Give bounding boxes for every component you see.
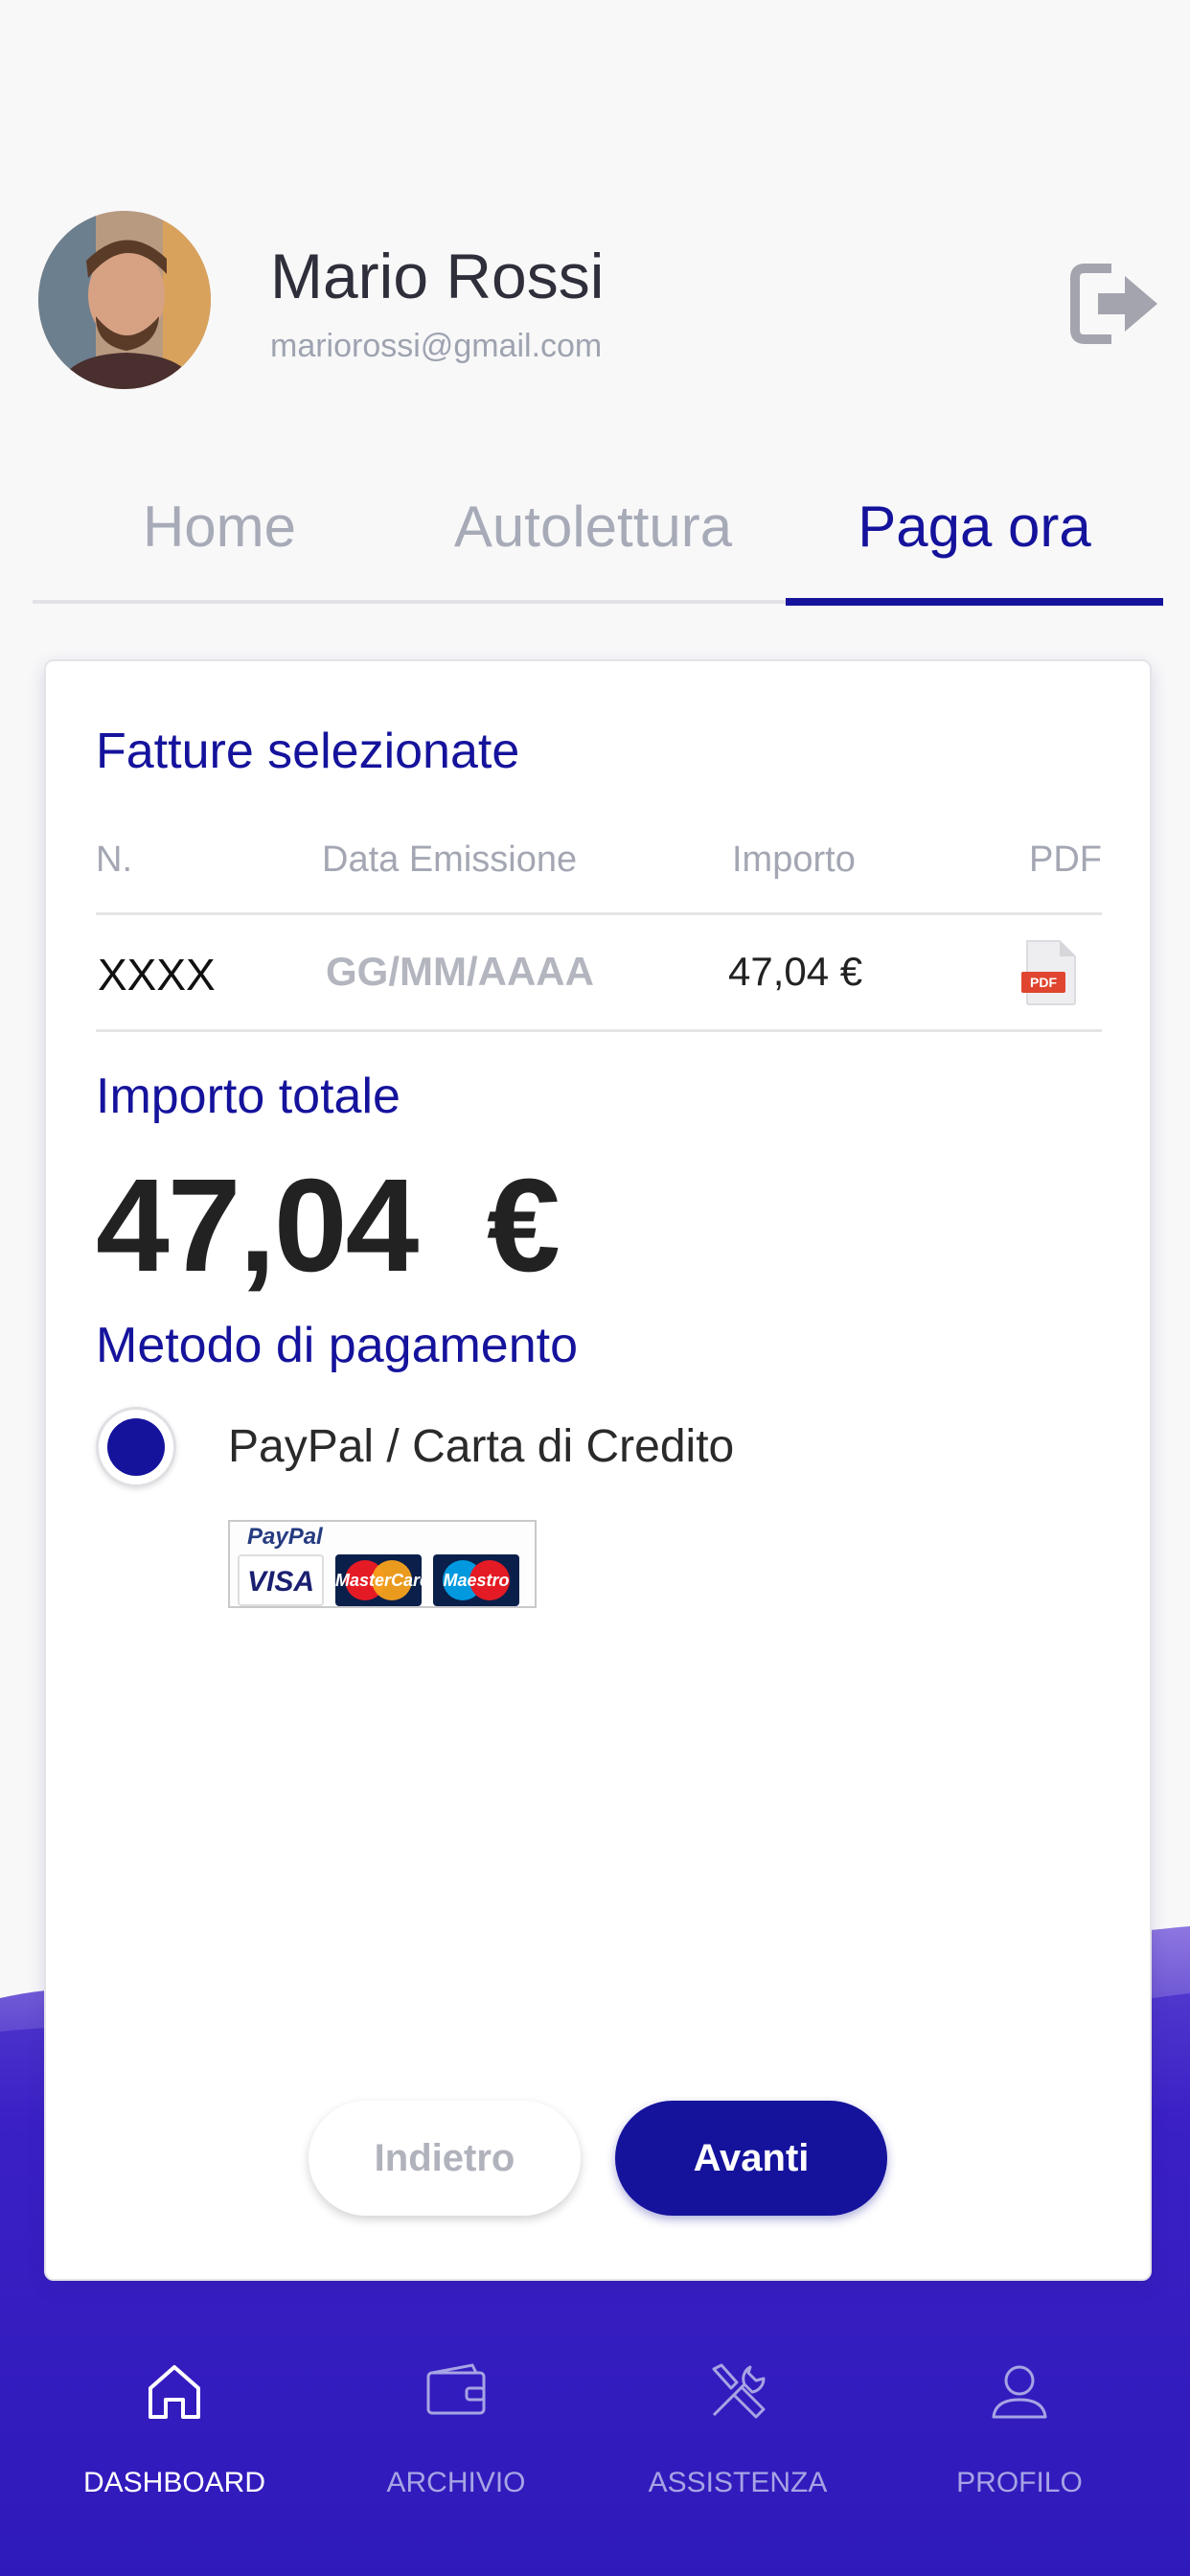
column-amount: Importo <box>732 840 856 880</box>
invoice-date: GG/MM/AAAA <box>326 949 594 994</box>
user-name: Mario Rossi <box>270 241 605 311</box>
nav-assistenza[interactable]: ASSISTENZA <box>594 2358 881 2511</box>
total-title: Importo totale <box>96 1069 400 1124</box>
tools-icon <box>712 2363 766 2419</box>
tab-paga-ora[interactable]: Paga ora <box>786 491 1163 602</box>
payment-logos: PayPal VISA MasterCard Maestro <box>228 1520 537 1608</box>
next-button[interactable]: Avanti <box>615 2101 887 2216</box>
visa-logo: VISA <box>238 1554 324 1606</box>
avatar[interactable] <box>38 211 211 389</box>
nav-label: ARCHIVIO <box>386 2467 526 2498</box>
payment-method-title: Metodo di pagamento <box>96 1318 579 1373</box>
divider <box>96 912 1102 915</box>
nav-archivio[interactable]: ARCHIVIO <box>312 2358 600 2511</box>
mastercard-logo: MasterCard <box>335 1554 422 1606</box>
logout-icon[interactable] <box>1069 261 1165 347</box>
home-icon <box>149 2365 200 2419</box>
bottom-nav: DASHBOARD ARCHIVIO ASSISTENZA PROFILO <box>0 2300 1190 2576</box>
nav-label: PROFILO <box>956 2467 1083 2498</box>
total-amount: 47,04 € <box>96 1152 561 1300</box>
tab-home[interactable]: Home <box>33 491 406 602</box>
user-icon <box>992 2365 1047 2419</box>
nav-profilo[interactable]: PROFILO <box>876 2358 1163 2511</box>
svg-text:PDF: PDF <box>1030 975 1057 990</box>
wallet-icon <box>426 2363 486 2415</box>
radio-selected-dot <box>107 1418 165 1476</box>
paypal-logo: PayPal <box>247 1524 323 1550</box>
column-number: N. <box>96 840 132 880</box>
invoice-amount: 47,04 € <box>728 949 863 994</box>
nav-dashboard[interactable]: DASHBOARD <box>31 2358 318 2511</box>
column-date: Data Emissione <box>322 840 578 880</box>
active-tab-indicator <box>786 598 1163 606</box>
maestro-logo: Maestro <box>433 1554 519 1606</box>
tab-bar: Home Autolettura Paga ora <box>33 479 1163 606</box>
invoices-title: Fatture selezionate <box>96 724 520 779</box>
nav-label: DASHBOARD <box>82 2467 266 2498</box>
paypal-radio[interactable] <box>96 1407 176 1487</box>
tab-autolettura[interactable]: Autolettura <box>406 491 780 602</box>
column-pdf: PDF <box>1029 840 1102 880</box>
nav-label: ASSISTENZA <box>648 2467 828 2498</box>
payment-card: Fatture selezionate N. Data Emissione Im… <box>44 659 1152 2281</box>
invoice-number: XXXX <box>98 950 216 1000</box>
divider <box>96 1029 1102 1032</box>
user-email: mariorossi@gmail.com <box>270 328 603 364</box>
paypal-option-label[interactable]: PayPal / Carta di Credito <box>228 1420 734 1473</box>
back-button[interactable]: Indietro <box>309 2101 581 2216</box>
pdf-icon[interactable]: PDF <box>1021 939 1079 1006</box>
